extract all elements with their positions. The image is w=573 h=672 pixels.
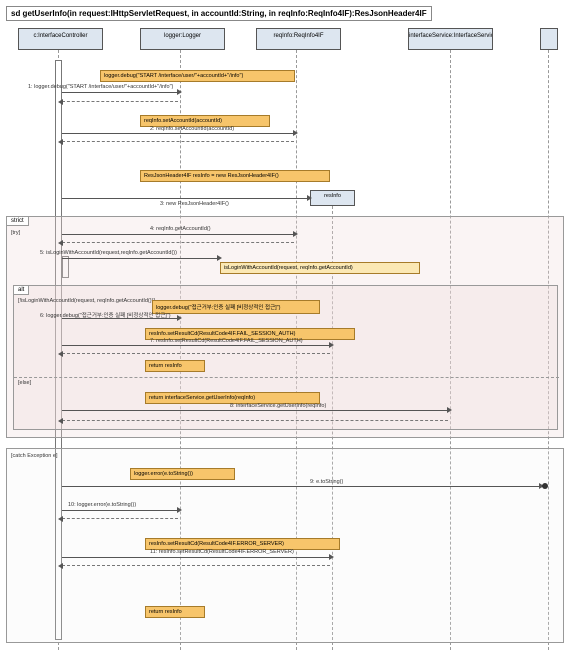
msg1-line: [62, 92, 178, 93]
msg11-line: [62, 557, 330, 558]
participant-service: interfaceService:InterfaceService: [408, 28, 493, 50]
msg3-text: 3: new ResJsonHeader4IF(): [160, 201, 229, 207]
return-10: [62, 518, 178, 519]
return-2: [62, 141, 294, 142]
msg8-line: [62, 410, 448, 411]
msg4-text: 4: reqInfo.getAccountId(): [150, 226, 211, 232]
return-1: [62, 101, 178, 102]
msg9-line: [62, 486, 540, 487]
fragment-strict-label: strict: [7, 217, 29, 226]
return-11: [62, 565, 330, 566]
msg10-line: [62, 510, 178, 511]
msg1-text: 1: logger.debug("START /interface/user/"…: [28, 84, 173, 90]
note-5: logger.debug("접근거부:인증 실패 [비정상적인 접근]"): [152, 300, 320, 314]
fragment-alt-else: [else]: [18, 380, 31, 386]
participant-reqinfo: reqInfo:ReqInfo4IF: [256, 28, 341, 50]
note-1: logger.debug("START /interface/user/"+ac…: [100, 70, 295, 82]
msg9-text: 9: e.toString(): [310, 479, 343, 485]
note-9: logger.error(e.toString()): [130, 468, 235, 480]
note-3: ResJsonHeader4IF resInfo = new ResJsonHe…: [140, 170, 330, 182]
diagram-title: sd getUserInfo(in request:IHttpServletRe…: [6, 6, 432, 21]
create-resinfo: resInfo: [310, 190, 355, 206]
msg5-line: [62, 258, 218, 259]
return-8: [62, 420, 448, 421]
msg7-text: 7: resInfo.setResultCd(ResultCode4IF.FAI…: [150, 338, 303, 344]
fragment-strict-guard: [try]: [11, 230, 20, 236]
msg6-text: 6: logger.debug("접근거부:인증 실패 [비정상적인 접근]"): [40, 311, 171, 319]
fragment-catch-guard: [catch Exception e]: [11, 453, 57, 459]
participant-controller: c:InterfaceController: [18, 28, 103, 50]
msg11-text: 11: resInfo.setResultCd(ResultCode4IF.ER…: [150, 549, 294, 555]
msg4-line: [62, 234, 294, 235]
return-7: [62, 353, 330, 354]
msg7-line: [62, 345, 330, 346]
note-11: return resInfo: [145, 606, 205, 618]
fragment-alt-divider: [14, 377, 559, 378]
fragment-alt-label: alt: [14, 286, 29, 295]
msg2-line: [62, 133, 294, 134]
note-4: isLoginWithAccountId(request, reqInfo.ge…: [220, 262, 420, 274]
participant-dot: [540, 28, 558, 50]
note-7: return resInfo: [145, 360, 205, 372]
fragment-alt-guard: [!isLoginWithAccountId(request, reqInfo.…: [18, 298, 155, 304]
msg10-text: 10: logger.error(e.toString()): [68, 502, 136, 508]
msg3-line: [62, 198, 308, 199]
msg5-text: 5: isLoginWithAccountId(request,reqInfo.…: [40, 250, 177, 256]
msg9-lost-icon: [542, 483, 548, 489]
participant-logger: logger:Logger: [140, 28, 225, 50]
msg8-text: 8: interfaceService.getUserInfo(reqInfo): [230, 403, 326, 409]
return-4: [62, 242, 294, 243]
msg2-text: 2: reqInfo.setAccountId(accountId): [150, 126, 234, 132]
